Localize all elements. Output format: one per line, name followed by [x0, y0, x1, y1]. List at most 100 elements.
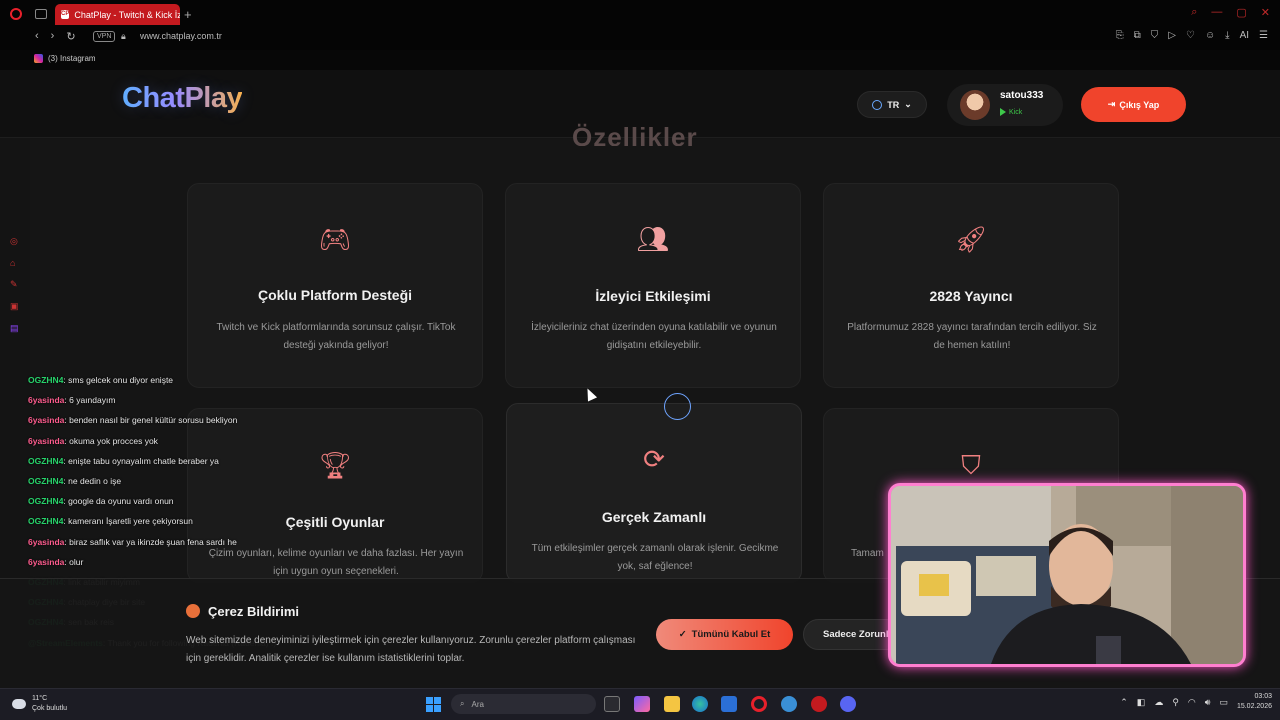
card-title: İzleyici Etkileşimi: [595, 288, 711, 304]
close-button[interactable]: ✕: [1261, 6, 1270, 19]
browser-toolbar: ⎘ ⧉ ⛉ ▷ ♡ ☺ ⤓ AI ☰: [1116, 30, 1268, 41]
overlay-icon: ✎: [10, 279, 18, 289]
volume-icon[interactable]: 🔊︎: [1205, 697, 1211, 708]
task-view-icon[interactable]: [604, 696, 620, 712]
sync-icon: ⟳: [643, 444, 665, 474]
site-logo[interactable]: ChatPlay: [122, 82, 243, 115]
file-explorer-icon[interactable]: [664, 696, 680, 712]
chat-text: : olur: [64, 556, 84, 567]
chat-username: 6yasinda: [28, 415, 65, 426]
loading-circle-icon: [664, 393, 691, 420]
chat-username: 6yasinda: [28, 536, 65, 547]
platform-label: Kick: [1009, 108, 1023, 116]
section-heading: Özellikler: [572, 122, 698, 146]
edge-icon[interactable]: [692, 696, 708, 712]
start-button[interactable]: [426, 697, 441, 712]
chat-message: 6yasinda: biraz saflık var ya ikinzde şu…: [28, 532, 328, 552]
system-tray: ⌃ ◧ ☁ ⚲ ◠ 🔊︎ ▭ 03:03 15.02.2026: [1120, 692, 1272, 712]
clock-date: 15.02.2026: [1236, 703, 1272, 710]
feature-card: 🎮︎ Çoklu Platform Desteği Twitch ve Kick…: [187, 183, 483, 388]
url-field[interactable]: www.chatplay.com.tr: [140, 31, 222, 41]
weather-temp: 11°C: [32, 695, 48, 702]
profile-icon[interactable]: ☺: [1205, 30, 1215, 41]
vpn-badge[interactable]: VPN: [93, 31, 116, 42]
clock[interactable]: 03:03 15.02.2026: [1237, 692, 1272, 712]
overlay-icon: ◎: [10, 236, 18, 246]
chat-username: OGZHN4: [28, 375, 64, 385]
opera-gx-icon[interactable]: [811, 696, 827, 712]
cookie-title: Çerez Bildirimi: [208, 604, 300, 619]
minimize-button[interactable]: —: [1211, 6, 1222, 19]
chat-text: : enişte tabu oynayalım chatle beraber y…: [63, 455, 219, 466]
taskbar-search[interactable]: ⌕ Ara: [451, 694, 596, 714]
new-tab-button[interactable]: +: [184, 7, 192, 22]
discord-icon[interactable]: [840, 696, 856, 712]
download-icon[interactable]: ⤓: [1225, 30, 1229, 41]
chat-text: : google da oyunu vardı onun: [63, 496, 174, 507]
menu-icon[interactable]: ☰: [1259, 30, 1268, 41]
chevron-up-icon[interactable]: ⌃: [1120, 697, 1128, 708]
cloud-icon: [12, 699, 26, 709]
window-controls: ⌕ — ▢ ✕: [1191, 6, 1270, 19]
feature-card: ⟳ Gerçek Zamanlı Tüm etkileşimler gerçek…: [506, 403, 802, 583]
chat-text: : biraz saflık var ya ikinzde şuan fena …: [64, 536, 237, 547]
users-icon: 👥︎: [636, 224, 670, 254]
player-icon[interactable]: ▷: [1168, 30, 1176, 41]
weather-desc: Çok bulutlu: [32, 705, 68, 712]
store-icon[interactable]: [721, 696, 737, 712]
card-description: İzleyicileriniz chat üzerinden oyuna kat…: [531, 322, 777, 351]
tray-app-icon[interactable]: ◧: [1137, 697, 1146, 708]
avatar: [960, 90, 990, 120]
nav-buttons: ‹ › ↻: [35, 30, 76, 43]
card-description: Twitch ve Kick platformlarında sorunsuz …: [216, 322, 456, 351]
chat-message: OGZHN4: google da oyunu vardı onun: [28, 491, 328, 511]
network-icon[interactable]: ☁: [1154, 697, 1163, 708]
chat-username: 6yasinda: [28, 395, 65, 406]
copilot-icon[interactable]: [634, 696, 650, 712]
workspaces-icon[interactable]: [35, 9, 47, 19]
chat-text: : okuma yok procces yok: [64, 435, 158, 446]
wifi-icon[interactable]: ◠: [1188, 697, 1196, 708]
logout-button[interactable]: ⇥ Çıkış Yap: [1081, 87, 1186, 122]
webcam-overlay: [888, 483, 1246, 667]
tab-title: ChatPlay - Twitch & Kick İz: [74, 9, 180, 20]
back-button[interactable]: ‹: [35, 30, 39, 43]
heart-icon[interactable]: ♡: [1186, 30, 1195, 41]
weather-widget[interactable]: 11°C Çok bulutlu: [12, 694, 67, 714]
chat-username: OGZHN4: [28, 516, 64, 527]
bookmarks-bar: [0, 50, 1280, 70]
card-title: Gerçek Zamanlı: [601, 509, 707, 525]
accept-all-label: Tümünü Kabul Et: [691, 629, 771, 640]
clock-time: 03:03: [1254, 693, 1272, 700]
aria-ai-icon[interactable]: AI: [1240, 30, 1249, 41]
battery-icon[interactable]: ▭: [1219, 697, 1228, 708]
opera-taskbar-icon[interactable]: [751, 696, 767, 712]
chat-message: 6yasinda: 6 yaındayım: [28, 390, 328, 410]
chat-text: : sms gelcek onu diyor enişte: [63, 375, 174, 385]
snapshot-icon[interactable]: ⎘: [1116, 30, 1124, 41]
language-selector[interactable]: TR ⌄: [857, 91, 927, 118]
shield-icon: ⛉: [961, 450, 981, 480]
bookmark-instagram[interactable]: (3) Instagram: [34, 54, 96, 63]
maximize-button[interactable]: ▢: [1236, 6, 1246, 19]
screenshot-icon[interactable]: ⧉: [1134, 30, 1141, 41]
reload-button[interactable]: ↻: [66, 30, 75, 43]
chat-message: 6yasinda: olur: [28, 552, 328, 572]
language-label: TR: [887, 99, 900, 110]
webcam-feed: [891, 486, 1243, 664]
logout-icon: ⇥: [1107, 99, 1116, 109]
tab-chatplay[interactable]: CP ChatPlay - Twitch & Kick İz: [55, 4, 180, 25]
card-title: Çoklu Platform Desteği: [257, 287, 413, 303]
chat-username: OGZHN4: [28, 476, 64, 487]
search-tabs-icon[interactable]: ⌕: [1191, 6, 1197, 19]
settings-gear-icon[interactable]: [781, 696, 797, 712]
chat-message: OGZHN4: kameranı İşaretli yere çekiyorsu…: [28, 511, 328, 531]
opera-logo-icon[interactable]: [10, 8, 22, 20]
accept-all-button[interactable]: ✓ Tümünü Kabul Et: [656, 619, 793, 650]
chatplay-favicon-icon: CP: [61, 10, 70, 19]
tray-app-icon[interactable]: ⚲: [1172, 697, 1179, 708]
chat-message: 6yasinda: benden nasıl bir genel kültür …: [28, 410, 328, 430]
forward-button[interactable]: ›: [51, 30, 55, 43]
adblock-shield-icon[interactable]: ⛉: [1151, 30, 1159, 41]
lock-icon[interactable]: 🔒︎: [121, 31, 126, 42]
